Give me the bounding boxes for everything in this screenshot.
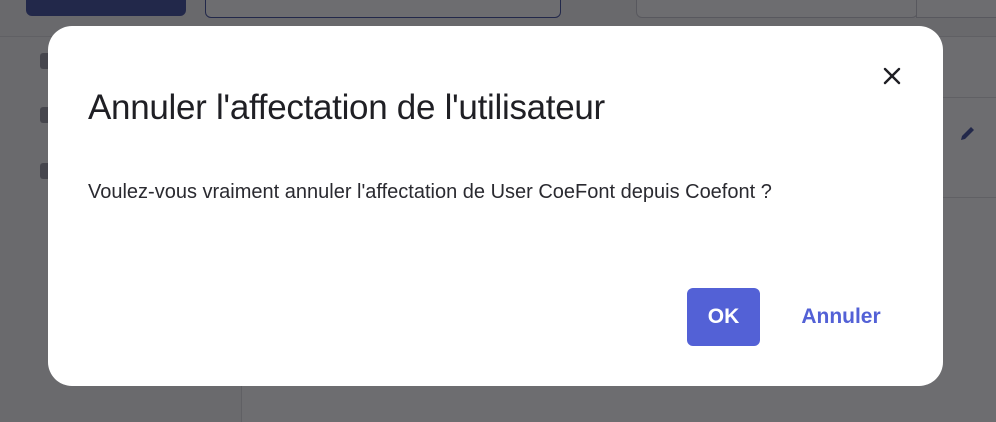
close-icon	[883, 67, 901, 85]
dialog-message: Voulez-vous vraiment annuler l'affectati…	[88, 181, 772, 203]
cancel-button[interactable]: Annuler	[786, 288, 896, 346]
close-button[interactable]	[879, 63, 905, 89]
ok-button[interactable]: OK	[687, 288, 760, 346]
dialog-title: Annuler l'affectation de l'utilisateur	[88, 88, 605, 127]
unassign-user-dialog: Annuler l'affectation de l'utilisateur V…	[48, 26, 943, 386]
